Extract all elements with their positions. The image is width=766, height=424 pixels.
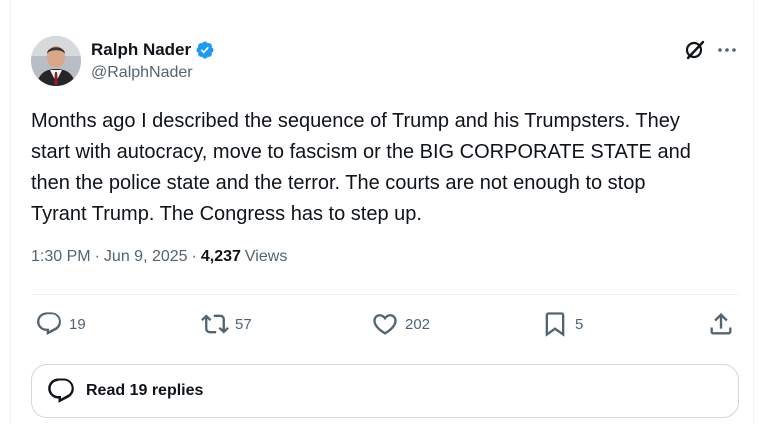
repost-button[interactable]: 57 <box>201 310 252 338</box>
tweet-text: Months ago I described the sequence of T… <box>31 110 691 225</box>
like-icon <box>373 314 397 335</box>
meta-separator: · <box>94 248 100 265</box>
bookmark-count: 5 <box>575 315 584 333</box>
avatar[interactable] <box>31 36 81 86</box>
author-handle[interactable]: @RalphNader <box>91 64 193 82</box>
author-display-name[interactable]: Ralph Nader <box>91 40 191 60</box>
verified-icon[interactable] <box>195 40 215 60</box>
avatar-image <box>31 36 81 86</box>
divider <box>31 294 739 295</box>
meta-separator: · <box>191 248 197 265</box>
tweet-date[interactable]: Jun 9, 2025 <box>104 248 188 266</box>
repost-icon <box>201 314 229 334</box>
like-button[interactable]: 202 <box>371 310 430 338</box>
bookmark-icon <box>545 312 565 337</box>
replies-bubble-icon <box>48 378 74 403</box>
read-replies-button[interactable]: Read 19 replies <box>31 364 739 418</box>
author-name-row: Ralph Nader <box>91 38 215 62</box>
grok-icon[interactable] <box>683 38 707 62</box>
share-icon <box>710 313 732 335</box>
more-icon[interactable] <box>715 38 739 62</box>
views-count: 4,237 <box>200 248 241 265</box>
tweet-time[interactable]: 1:30 PM <box>31 248 91 266</box>
reply-button[interactable]: 19 <box>35 310 86 338</box>
repost-count: 57 <box>235 315 252 333</box>
read-replies-label: Read 19 replies <box>86 382 204 399</box>
like-count: 202 <box>405 315 431 333</box>
reply-icon <box>37 312 61 335</box>
bookmark-button[interactable]: 5 <box>541 310 583 338</box>
tweet-card: Ralph Nader @RalphNader Months ago I des… <box>10 0 754 424</box>
views-label: Views <box>244 248 288 265</box>
share-button[interactable] <box>707 310 741 338</box>
tweet-meta: 1:30 PM · Jun 9, 2025 · 4,237 Views <box>31 248 287 266</box>
reply-count: 19 <box>69 315 86 333</box>
